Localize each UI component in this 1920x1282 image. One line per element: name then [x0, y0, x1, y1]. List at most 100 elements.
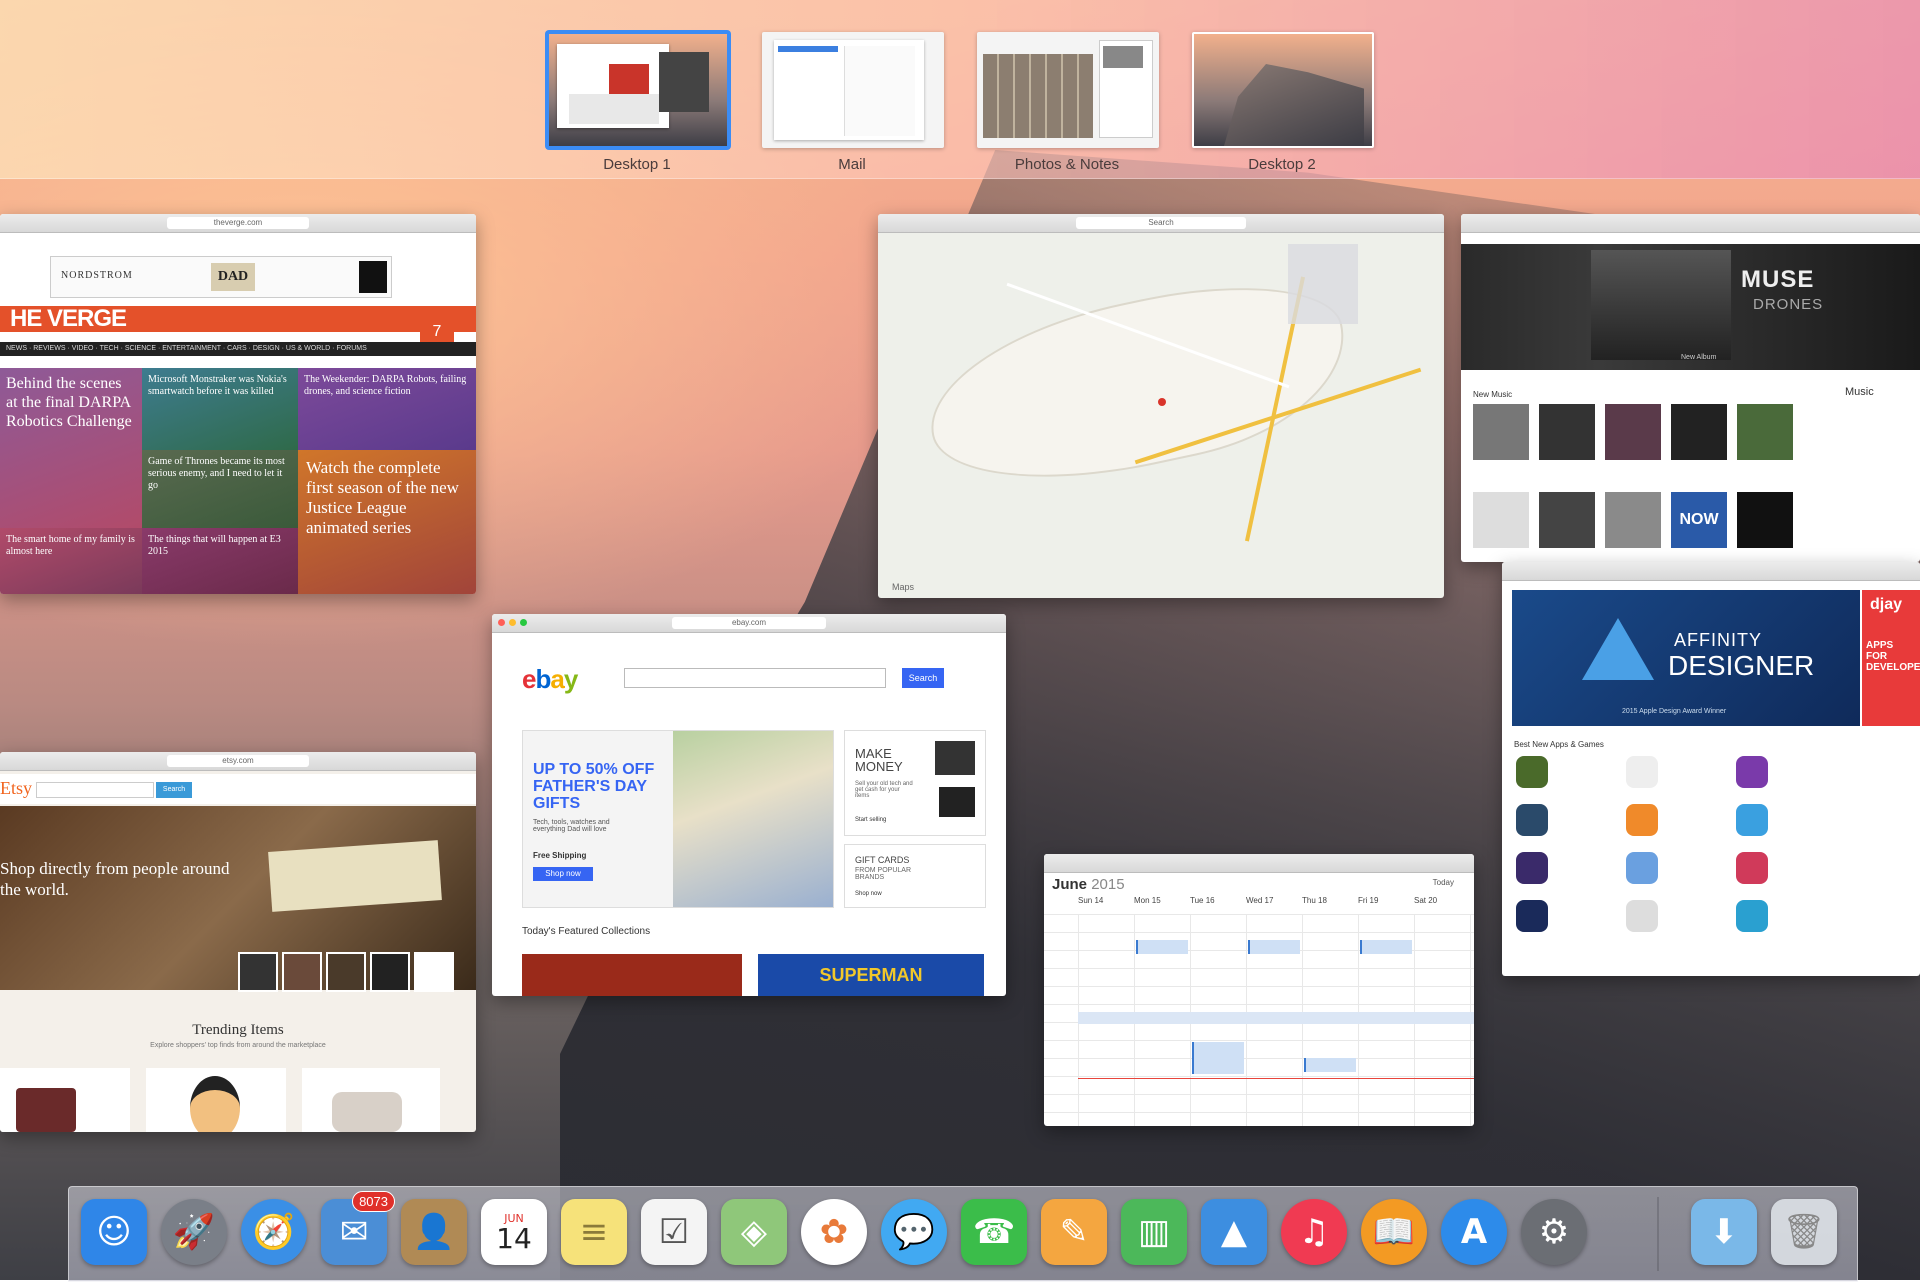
- calendar-today-button[interactable]: Today: [1433, 878, 1454, 887]
- itunes-sidebar-title: Music: [1845, 386, 1874, 398]
- facetime-icon[interactable]: ☎: [961, 1199, 1027, 1265]
- trash-icon[interactable]: 🗑: [1771, 1199, 1837, 1265]
- downloads-folder-icon[interactable]: ⬇: [1691, 1199, 1757, 1265]
- calendar-event[interactable]: [1304, 1058, 1356, 1072]
- calendar-year: 2015: [1091, 876, 1125, 893]
- trending-item[interactable]: [146, 1068, 286, 1132]
- story-tile-smart-home[interactable]: The smart home of my family is almost he…: [0, 528, 142, 594]
- banner-ad[interactable]: NORDSTROM DAD: [50, 256, 392, 298]
- maps-search-field[interactable]: Search: [1076, 217, 1246, 229]
- make-money-card[interactable]: MAKE MONEY Sell your old tech and get ca…: [844, 730, 986, 836]
- trending-item[interactable]: [0, 1068, 130, 1132]
- ebay-promo-card[interactable]: UP TO 50% OFF FATHER'S DAY GIFTS Tech, t…: [522, 730, 834, 908]
- appstore-section: Best New Apps & Games: [1514, 740, 1604, 749]
- etsy-hero[interactable]: Shop directly from people around the wor…: [0, 806, 476, 992]
- gift-cards-card[interactable]: GIFT CARDS FROM POPULAR BRANDS Shop now: [844, 844, 986, 908]
- trending-item[interactable]: [302, 1068, 440, 1132]
- story-tile-weekender[interactable]: The Weekender: DARPA Robots, failing dro…: [298, 368, 476, 450]
- address-bar[interactable]: etsy.com: [166, 755, 310, 767]
- window-titlebar[interactable]: ebay.com: [492, 614, 1006, 633]
- itunes-window[interactable]: MUSE DRONES New Album New Music NOW Musi…: [1461, 214, 1920, 562]
- collection-tile-superman[interactable]: SUPERMAN: [758, 954, 984, 996]
- promo-title: UP TO 50% OFF FATHER'S DAY GIFTS: [533, 761, 655, 812]
- calendar-event[interactable]: [1192, 1042, 1244, 1074]
- ebay-search-button[interactable]: Search: [902, 668, 944, 688]
- space-thumbnail[interactable]: [547, 32, 729, 148]
- launchpad-icon[interactable]: 🚀: [161, 1199, 227, 1265]
- ebay-logo[interactable]: ebay: [522, 664, 578, 695]
- messages-icon[interactable]: 💬: [881, 1199, 947, 1265]
- app-store-window[interactable]: AFFINITY DESIGNER 2015 Apple Design Awar…: [1502, 562, 1920, 976]
- itunes-hero[interactable]: MUSE DRONES New Album: [1461, 244, 1920, 370]
- etsy-search-input[interactable]: [36, 782, 154, 798]
- mission-control-spaces-bar: Desktop 1 Mail Photos & Notes Desktop 2: [0, 0, 1920, 179]
- featured-banner[interactable]: AFFINITY DESIGNER 2015 Apple Design Awar…: [1512, 590, 1860, 726]
- space-label: Mail: [838, 156, 866, 173]
- etsy-search-button[interactable]: Search: [156, 782, 192, 798]
- reminders-icon[interactable]: ☑: [641, 1199, 707, 1265]
- calendar-icon-day: 14: [496, 1221, 532, 1255]
- space-desktop-1[interactable]: Desktop 1: [547, 32, 729, 173]
- space-thumbnail[interactable]: [1192, 32, 1374, 148]
- calendar-icon[interactable]: JUN 14: [481, 1199, 547, 1265]
- day-header: Mon 15: [1134, 896, 1161, 905]
- calendar-event[interactable]: [1136, 940, 1188, 954]
- map-pin[interactable]: [1158, 398, 1166, 406]
- calendar-event[interactable]: [1248, 940, 1300, 954]
- notes-icon[interactable]: ≡: [561, 1199, 627, 1265]
- window-titlebar[interactable]: [1461, 214, 1920, 233]
- space-thumbnail[interactable]: [977, 32, 1159, 148]
- date-badge: 7: [420, 320, 454, 344]
- maps-icon[interactable]: ◈: [721, 1199, 787, 1265]
- ad-dad: DAD: [211, 263, 255, 291]
- window-titlebar[interactable]: etsy.com: [0, 752, 476, 771]
- safari-window-verge[interactable]: theverge.com NORDSTROM DAD HE VERGE 7 NE…: [0, 214, 476, 594]
- story-headline: The Weekender: DARPA Robots, failing dro…: [304, 374, 467, 397]
- space-thumbnail[interactable]: [762, 32, 944, 148]
- story-tile-e3[interactable]: The things that will happen at E3 2015: [142, 528, 298, 594]
- calendar-event[interactable]: [1360, 940, 1412, 954]
- window-titlebar[interactable]: theverge.com: [0, 214, 476, 233]
- keynote-icon[interactable]: ▲: [1201, 1199, 1267, 1265]
- etsy-window[interactable]: etsy.com Etsy Search Shop directly from …: [0, 752, 476, 1132]
- finder-icon[interactable]: ☺: [81, 1199, 147, 1265]
- space-mail[interactable]: Mail: [762, 32, 944, 173]
- system-preferences-icon[interactable]: ⚙: [1521, 1199, 1587, 1265]
- safari-icon[interactable]: 🧭: [241, 1199, 307, 1265]
- space-photos-notes[interactable]: Photos & Notes: [977, 32, 1159, 173]
- story-tile-microsoft[interactable]: Microsoft Monstraker was Nokia's smartwa…: [142, 368, 298, 450]
- address-bar[interactable]: theverge.com: [166, 217, 310, 229]
- mail-icon[interactable]: ✉ 8073: [321, 1191, 395, 1265]
- calendar-event-row[interactable]: [1078, 1012, 1474, 1024]
- side-banner[interactable]: djay APPS FOR DEVELOPERS: [1862, 590, 1920, 726]
- calendar-window[interactable]: June 2015 Today Sun 14 Mon 15 Tue 16 Wed…: [1044, 854, 1474, 1126]
- ibooks-icon[interactable]: 📖: [1361, 1199, 1427, 1265]
- window-titlebar[interactable]: [1044, 854, 1474, 873]
- hero-text: Shop directly from people around the wor…: [0, 859, 230, 899]
- story-tile-thrones[interactable]: Game of Thrones became its most serious …: [142, 450, 298, 528]
- hero-album: DRONES: [1753, 296, 1824, 313]
- window-titlebar[interactable]: [1502, 562, 1920, 581]
- pages-icon[interactable]: ✎: [1041, 1199, 1107, 1265]
- photos-icon[interactable]: ✿: [801, 1199, 867, 1265]
- contacts-icon[interactable]: 👤: [401, 1199, 467, 1265]
- story-tile-justice-league[interactable]: Watch the complete first season of the n…: [298, 450, 476, 594]
- app-store-icon[interactable]: A: [1441, 1199, 1507, 1265]
- etsy-logo[interactable]: Etsy: [0, 778, 32, 799]
- make-money-link[interactable]: Start selling: [855, 817, 886, 823]
- banner-sub: 2015 Apple Design Award Winner: [1622, 708, 1727, 715]
- verge-nav[interactable]: NEWS · REVIEWS · VIDEO · TECH · SCIENCE …: [0, 342, 476, 356]
- promo-button[interactable]: Shop now: [533, 867, 593, 881]
- verge-logo[interactable]: HE VERGE: [0, 306, 137, 332]
- collection-tile[interactable]: [522, 954, 742, 996]
- space-desktop-2[interactable]: Desktop 2: [1192, 32, 1374, 173]
- gift-link[interactable]: Shop now: [855, 891, 882, 897]
- numbers-icon[interactable]: ▥: [1121, 1199, 1187, 1265]
- maps-window[interactable]: Search Maps: [878, 214, 1444, 598]
- address-bar[interactable]: ebay.com: [671, 617, 827, 629]
- itunes-icon[interactable]: ♫: [1281, 1199, 1347, 1265]
- story-tile-darpa[interactable]: Behind the scenes at the final DARPA Rob…: [0, 368, 142, 528]
- window-titlebar[interactable]: Search: [878, 214, 1444, 233]
- ebay-window[interactable]: ebay.com ebay Search UP TO 50% OFF FATHE…: [492, 614, 1006, 996]
- ebay-search-input[interactable]: [624, 668, 886, 688]
